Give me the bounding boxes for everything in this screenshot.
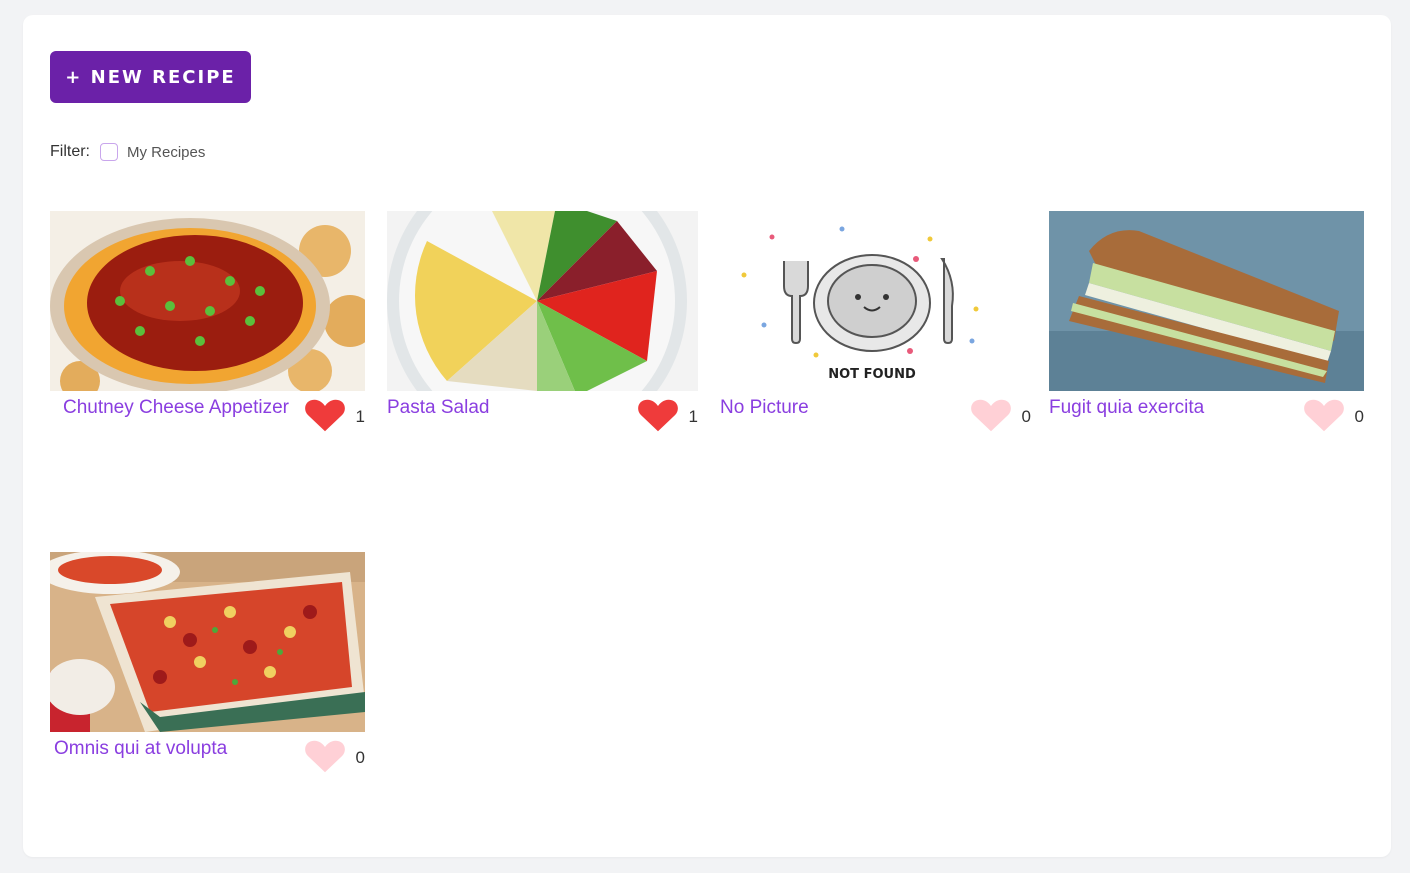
recipe-image[interactable]: NOT FOUND bbox=[720, 211, 1031, 391]
recipe-image[interactable] bbox=[1049, 211, 1364, 391]
heart-icon[interactable] bbox=[969, 397, 1013, 433]
like-count: 1 bbox=[355, 407, 365, 426]
recipe-title[interactable]: Fugit quia exercita bbox=[1049, 397, 1204, 419]
filter-label: Filter: bbox=[50, 143, 90, 160]
heart-icon[interactable] bbox=[303, 738, 347, 774]
new-recipe-button[interactable]: + NEW RECIPE bbox=[50, 51, 251, 103]
like-count: 0 bbox=[355, 748, 365, 767]
recipe-card: NOT FOUND No Picture 0 bbox=[720, 211, 1031, 445]
filter-row: Filter: My Recipes bbox=[50, 141, 205, 163]
recipe-title[interactable]: Chutney Cheese Appetizer bbox=[50, 397, 302, 419]
recipe-card: Pasta Salad 1 bbox=[387, 211, 698, 445]
recipe-card: Omnis qui at volupta 0 bbox=[50, 552, 365, 786]
like-count: 1 bbox=[688, 407, 698, 426]
my-recipes-checkbox[interactable] bbox=[100, 143, 118, 161]
my-recipes-label[interactable]: My Recipes bbox=[127, 144, 205, 161]
recipe-image[interactable] bbox=[50, 211, 365, 391]
recipe-image[interactable] bbox=[50, 552, 365, 732]
recipe-title[interactable]: Omnis qui at volupta bbox=[54, 738, 227, 760]
recipe-title[interactable]: No Picture bbox=[720, 397, 809, 419]
like-count: 0 bbox=[1354, 407, 1364, 426]
recipe-title[interactable]: Pasta Salad bbox=[387, 397, 489, 419]
heart-icon[interactable] bbox=[303, 397, 347, 433]
recipe-card: Fugit quia exercita 0 bbox=[1049, 211, 1364, 445]
like-count: 0 bbox=[1021, 407, 1031, 426]
heart-icon[interactable] bbox=[636, 397, 680, 433]
recipe-card: Chutney Cheese Appetizer 1 bbox=[50, 211, 365, 445]
recipe-image[interactable] bbox=[387, 211, 698, 391]
heart-icon[interactable] bbox=[1302, 397, 1346, 433]
recipes-panel: + NEW RECIPE Filter: My Recipes Chutney … bbox=[23, 15, 1391, 857]
no-picture-caption: NOT FOUND bbox=[828, 367, 916, 382]
